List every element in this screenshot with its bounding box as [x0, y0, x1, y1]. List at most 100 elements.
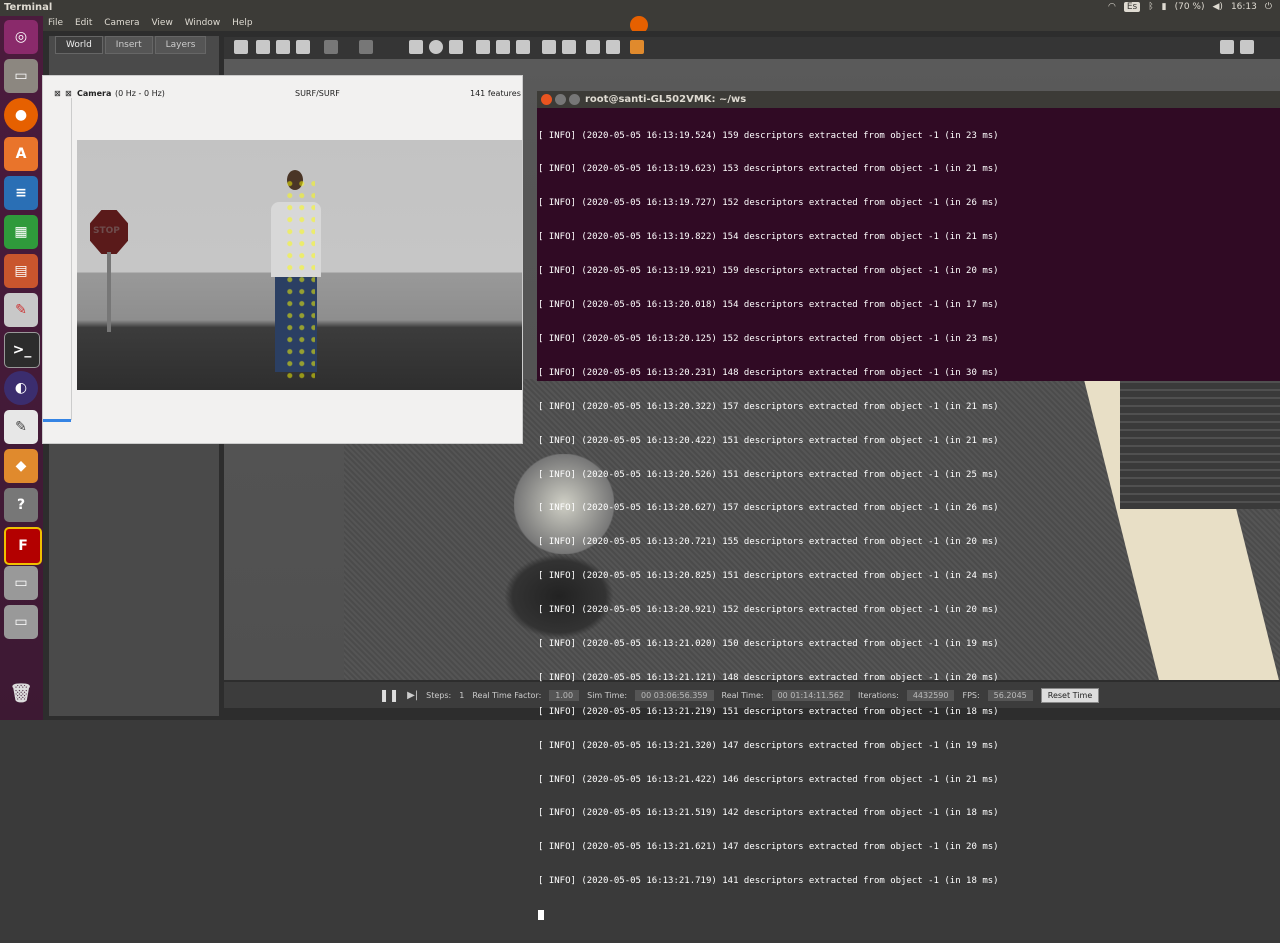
directional-light-icon[interactable] — [516, 40, 530, 54]
terminal-output[interactable]: [ INFO] (2020-05-05 16:13:19.524) 159 de… — [537, 108, 1280, 921]
log-line: [ INFO] (2020-05-05 16:13:19.623) 153 de… — [538, 164, 999, 175]
help-icon[interactable]: ? — [4, 488, 38, 522]
spot-light-icon[interactable] — [496, 40, 510, 54]
align-icon[interactable] — [586, 40, 600, 54]
tab-world[interactable]: World — [55, 36, 103, 54]
log-line: [ INFO] (2020-05-05 16:13:20.125) 152 de… — [538, 333, 999, 344]
panel-scrollbar[interactable] — [43, 419, 71, 422]
objects-panel — [43, 98, 72, 420]
clock[interactable]: 16:13 — [1231, 2, 1257, 12]
tab-layers[interactable]: Layers — [154, 36, 207, 54]
active-window-title: Terminal — [4, 2, 53, 13]
snap-icon[interactable] — [606, 40, 620, 54]
top-panel: Terminal ◠ Es ᛒ ▮ (70 %) ◀) 16:13 ⏻ — [0, 0, 1280, 16]
filezilla-icon[interactable]: F — [4, 527, 42, 565]
log-line: [ INFO] (2020-05-05 16:13:21.020) 150 de… — [538, 638, 999, 649]
log-line: [ INFO] (2020-05-05 16:13:20.825) 151 de… — [538, 571, 999, 582]
power-icon[interactable]: ⏻ — [1265, 2, 1272, 12]
battery-icon[interactable]: ▮ — [1162, 2, 1167, 12]
menu-edit[interactable]: Edit — [75, 18, 92, 28]
calc-icon[interactable]: ▦ — [4, 215, 38, 249]
gazebo-toolbar — [224, 37, 1280, 59]
stop-sign-text: STOP — [93, 226, 120, 236]
scale-icon[interactable] — [296, 40, 310, 54]
eclipse-icon[interactable]: ◐ — [4, 371, 38, 405]
terminal-cursor — [538, 910, 544, 921]
keyboard-layout[interactable]: Es — [1123, 2, 1141, 12]
maximize-icon[interactable] — [569, 94, 580, 105]
settings-icon[interactable]: ✎ — [4, 293, 38, 327]
volume-icon[interactable]: ◀) — [1213, 2, 1223, 12]
redo-icon[interactable] — [359, 40, 373, 54]
screenshot-icon[interactable] — [1220, 40, 1234, 54]
menu-help[interactable]: Help — [232, 18, 253, 28]
virtualbox-icon[interactable]: ◆ — [4, 449, 38, 483]
log-line: [ INFO] (2020-05-05 16:13:20.921) 152 de… — [538, 605, 999, 616]
cylinder-icon[interactable] — [449, 40, 463, 54]
log-line: [ INFO] (2020-05-05 16:13:20.526) 151 de… — [538, 469, 999, 480]
step-icon[interactable]: ▶| — [407, 690, 418, 701]
log-line: [ INFO] (2020-05-05 16:13:20.231) 148 de… — [538, 367, 999, 378]
close-icon[interactable] — [541, 94, 552, 105]
log-line: [ INFO] (2020-05-05 16:13:20.018) 154 de… — [538, 300, 999, 311]
impress-icon[interactable]: ▤ — [4, 254, 38, 288]
record-icon[interactable] — [1240, 40, 1254, 54]
software-center-icon[interactable]: A — [4, 137, 38, 171]
log-line: [ INFO] (2020-05-05 16:13:19.524) 159 de… — [538, 130, 999, 141]
battery-percent[interactable]: (70 %) — [1175, 2, 1205, 12]
box-icon[interactable] — [409, 40, 423, 54]
files-icon[interactable]: ▭ — [4, 59, 38, 93]
close-icon[interactable]: ⊠ — [65, 89, 72, 98]
system-tray: ◠ Es ᛒ ▮ (70 %) ◀) 16:13 ⏻ — [1108, 2, 1272, 12]
gazebo-menubar: File Edit Camera View Window Help — [43, 16, 1280, 34]
paste-icon[interactable] — [562, 40, 576, 54]
menu-camera[interactable]: Camera — [104, 18, 139, 28]
log-line: [ INFO] (2020-05-05 16:13:21.621) 147 de… — [538, 842, 999, 853]
detector-method: SURF/SURF — [295, 89, 340, 98]
tab-insert[interactable]: Insert — [104, 36, 153, 54]
log-line: [ INFO] (2020-05-05 16:13:20.422) 151 de… — [538, 435, 999, 446]
log-line: [ INFO] (2020-05-05 16:13:20.721) 155 de… — [538, 537, 999, 548]
bluetooth-icon[interactable]: ᛒ — [1148, 2, 1153, 12]
camera-window: ⊠ ⊠ Camera (0 Hz - 0 Hz) SURF/SURF 141 f… — [42, 75, 523, 444]
sphere-icon[interactable] — [429, 40, 443, 54]
camera-header: ⊠ ⊠ Camera (0 Hz - 0 Hz) SURF/SURF 141 f… — [43, 76, 522, 98]
select-icon[interactable] — [234, 40, 248, 54]
copy-icon[interactable] — [542, 40, 556, 54]
features-count: 141 features — [470, 89, 521, 98]
drive-icon[interactable]: ▭ — [4, 566, 38, 600]
menu-file[interactable]: File — [48, 18, 63, 28]
trash-icon[interactable]: 🗑 — [4, 676, 38, 710]
log-line: [ INFO] (2020-05-05 16:13:21.519) 142 de… — [538, 808, 999, 819]
point-light-icon[interactable] — [476, 40, 490, 54]
pause-icon[interactable]: ❚❚ — [379, 688, 399, 702]
log-line: [ INFO] (2020-05-05 16:13:21.320) 147 de… — [538, 740, 999, 751]
rotate-icon[interactable] — [276, 40, 290, 54]
wifi-icon[interactable]: ◠ — [1108, 2, 1116, 12]
menu-view[interactable]: View — [151, 18, 172, 28]
log-line: [ INFO] (2020-05-05 16:13:21.219) 151 de… — [538, 706, 999, 717]
writer-icon[interactable]: ≡ — [4, 176, 38, 210]
log-line: [ INFO] (2020-05-05 16:13:19.727) 152 de… — [538, 198, 999, 209]
translate-icon[interactable] — [256, 40, 270, 54]
drive-icon[interactable]: ▭ — [4, 605, 38, 639]
terminal-title: root@santi-GL502VMK: ~/ws — [585, 94, 747, 105]
camera-image: STOP — [77, 140, 522, 390]
rtf-label: Real Time Factor: — [472, 690, 542, 700]
text-editor-icon[interactable]: ✎ — [4, 410, 38, 444]
firefox-icon[interactable]: ● — [4, 98, 38, 132]
log-line: [ INFO] (2020-05-05 16:13:20.322) 157 de… — [538, 401, 999, 412]
undo-icon[interactable] — [324, 40, 338, 54]
ubuntu-icon[interactable]: ◎ — [4, 20, 38, 54]
menu-window[interactable]: Window — [185, 18, 221, 28]
camera-title: Camera — [77, 89, 112, 98]
change-view-icon[interactable] — [630, 40, 644, 54]
log-line: [ INFO] (2020-05-05 16:13:19.921) 159 de… — [538, 266, 999, 277]
minimize-icon[interactable] — [555, 94, 566, 105]
steps-value[interactable]: 1 — [459, 691, 464, 700]
log-line: [ INFO] (2020-05-05 16:13:21.121) 148 de… — [538, 672, 999, 683]
float-icon[interactable]: ⊠ — [54, 89, 61, 98]
terminal-icon[interactable]: >_ — [4, 332, 40, 368]
camera-rate: (0 Hz - 0 Hz) — [115, 89, 165, 98]
terminal-window[interactable]: root@santi-GL502VMK: ~/ws [ INFO] (2020-… — [537, 91, 1280, 921]
